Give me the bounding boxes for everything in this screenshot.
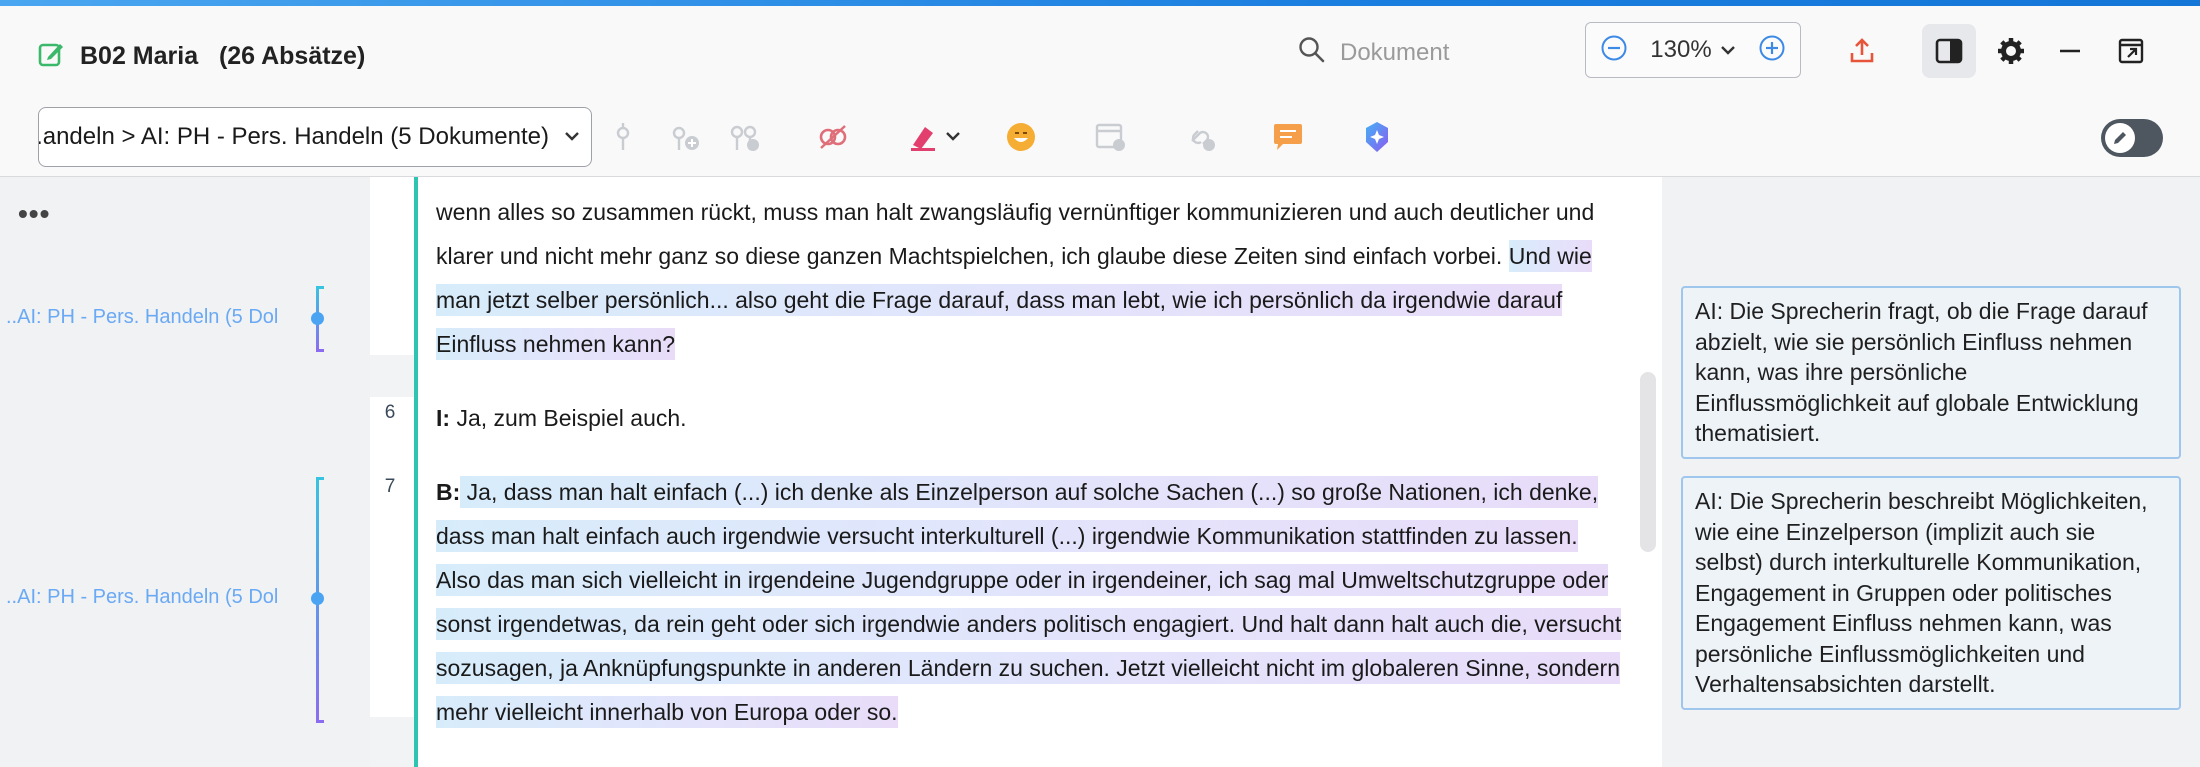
in-vivo-code-icon <box>819 125 847 149</box>
code-stripe-bracket[interactable] <box>311 286 324 352</box>
highlighter-tool[interactable] <box>905 116 965 158</box>
document-search[interactable] <box>1298 36 1522 69</box>
scrollbar-thumb[interactable] <box>1640 372 1656 552</box>
paragraph-text[interactable]: wenn alles so zusammen rückt, muss man h… <box>436 190 1622 366</box>
zoom-dropdown[interactable]: 130% <box>1650 36 1735 64</box>
zoom-control: 130% <box>1585 22 1801 78</box>
code-add-icon <box>672 126 699 150</box>
ai-memo[interactable]: AI: Die Sprecherin beschreibt Möglichkei… <box>1681 476 2181 710</box>
ai-assist-icon <box>1366 122 1388 152</box>
ai-memo[interactable]: AI: Die Sprecherin fragt, ob die Frage d… <box>1681 286 2181 459</box>
code-selector-dropdown[interactable]: ...andeln > AI: PH - Pers. Handeln (5 Do… <box>38 107 592 167</box>
paragraph-number-column <box>370 177 416 767</box>
minimize-icon <box>2060 49 2080 53</box>
search-icon <box>1298 36 1326 69</box>
memo-tool[interactable] <box>1267 116 1309 158</box>
zoom-out-icon[interactable] <box>1600 34 1628 67</box>
emoticon-icon <box>1007 123 1035 151</box>
code-settings-tool[interactable] <box>723 116 765 158</box>
export-button[interactable] <box>1835 24 1889 78</box>
settings-button[interactable] <box>1984 24 2038 78</box>
zoom-value: 130% <box>1650 36 1712 63</box>
sidebar-panel-icon <box>1935 38 1963 64</box>
link-icon <box>1191 130 1215 151</box>
edit-mode-toggle[interactable] <box>2101 119 2163 157</box>
speaker-label: B: <box>436 479 461 505</box>
document-link-icon <box>1095 123 1125 151</box>
more-options-icon[interactable]: ••• <box>18 198 50 230</box>
code-stripes-panel <box>0 177 338 767</box>
memo-icon <box>1274 124 1302 150</box>
highlighter-icon <box>911 127 960 151</box>
code-stripe-label[interactable]: ..AI: PH - Pers. Handeln (5 Dol <box>6 306 306 329</box>
search-input[interactable] <box>1338 37 1522 68</box>
document-title-area: B02 Maria (26 Absätze) <box>38 40 365 73</box>
code-tool[interactable] <box>602 116 644 158</box>
document-link-tool[interactable] <box>1090 116 1132 158</box>
pop-out-button[interactable] <box>2104 24 2158 78</box>
document-header: B02 Maria (26 Absätze) 130% ...ande <box>0 6 2200 177</box>
chevron-down-icon <box>1720 46 1735 55</box>
pencil-icon <box>2105 123 2135 153</box>
chevron-down-icon <box>563 122 581 157</box>
export-icon <box>1850 38 1874 63</box>
link-tool[interactable] <box>1180 116 1222 158</box>
code-icon <box>616 123 630 150</box>
in-vivo-code-tool[interactable] <box>812 116 854 158</box>
emoticon-tool[interactable] <box>1000 116 1042 158</box>
plain-text: Ja, zum Beispiel auch. <box>450 405 687 431</box>
paragraph-text[interactable]: I: Ja, zum Beispiel auch. <box>436 396 1622 440</box>
pop-out-icon <box>2118 38 2144 64</box>
ai-assist-tool[interactable] <box>1356 116 1398 158</box>
zoom-in-icon[interactable] <box>1758 34 1786 67</box>
code-add-tool[interactable] <box>663 116 705 158</box>
code-selector-value: ...andeln > AI: PH - Pers. Handeln (5 Do… <box>38 123 549 150</box>
paragraph-text[interactable]: B: Ja, dass man halt einfach (...) ich d… <box>436 470 1622 734</box>
paragraph-number: 6 <box>384 402 396 423</box>
code-stripe-bracket[interactable] <box>311 477 324 723</box>
document-title: B02 Maria (26 Absätze) <box>80 42 366 70</box>
edit-document-icon[interactable] <box>38 40 64 73</box>
paragraph-number: 7 <box>384 476 396 497</box>
plain-text: wenn alles so zusammen rückt, muss man h… <box>436 199 1595 269</box>
gear-icon <box>1998 38 2024 64</box>
coded-segment[interactable]: Ja, dass man halt einfach (...) ich denk… <box>436 476 1622 728</box>
speaker-label: I: <box>436 405 451 431</box>
minimize-button[interactable] <box>2043 24 2097 78</box>
code-stripe-label[interactable]: ..AI: PH - Pers. Handeln (5 Dol <box>6 586 306 609</box>
toggle-sidebar-button[interactable] <box>1922 24 1976 78</box>
code-settings-icon <box>730 125 759 151</box>
